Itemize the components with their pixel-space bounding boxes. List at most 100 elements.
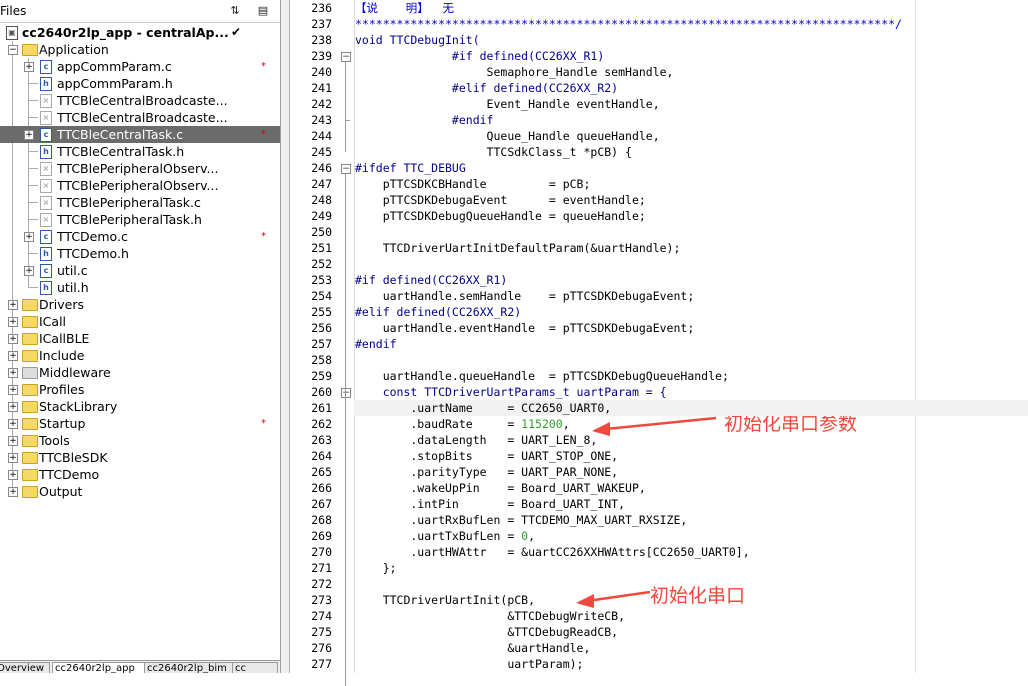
expand-icon[interactable]: + (8, 368, 18, 378)
excluded-file-icon: × (40, 179, 52, 193)
folder-tree-item[interactable]: + Include (0, 347, 280, 364)
file-tree-item[interactable]: + c appCommParam.c * (0, 58, 280, 75)
tree-item-label: TTCBlePeripheralObserv... (57, 178, 219, 193)
expand-icon[interactable]: + (8, 300, 18, 310)
project-name: cc2640r2lp_app - centralAp... (22, 25, 229, 40)
line-number: 248 (311, 193, 332, 207)
expand-icon[interactable]: + (24, 266, 34, 276)
file-tree-item[interactable]: h appCommParam.h (0, 75, 280, 92)
tree-connector (28, 185, 38, 186)
line-number: 238 (311, 33, 332, 47)
line-number: 253 (311, 273, 332, 287)
tab-2[interactable]: cc2640r2lp_bim (144, 662, 234, 673)
expand-icon[interactable]: + (8, 385, 18, 395)
folder-tree-item[interactable]: + ICall (0, 313, 280, 330)
collapse-icon[interactable]: − (8, 45, 18, 55)
line-number: 251 (311, 241, 332, 255)
file-tree-item[interactable]: + c TTCBleCentralTask.c * (0, 126, 280, 143)
code-editor[interactable]: 236 237 238 239 240 241 242 243 244 245 246 247 248 2… (290, 0, 1028, 686)
file-tree-item[interactable]: × TTCBleCentralBroadcaste... (0, 92, 280, 109)
sync-files-icon[interactable]: ▤ (256, 4, 270, 18)
line-number: 277 (311, 657, 332, 671)
line-number: 258 (311, 353, 332, 367)
folder-tree-item[interactable]: + Tools (0, 432, 280, 449)
expand-icon[interactable]: + (24, 232, 34, 242)
project-row[interactable]: ▣ cc2640r2lp_app - centralAp... ✔ (0, 24, 280, 41)
folder-tree-item[interactable]: + StackLibrary (0, 398, 280, 415)
expand-icon[interactable]: + (24, 62, 34, 72)
excluded-file-icon: × (40, 111, 52, 125)
file-tree-item[interactable]: + c util.c (0, 262, 280, 279)
file-tree-item[interactable]: × TTCBlePeripheralObserv... (0, 177, 280, 194)
code-line: TTCSdkClass_t *pCB) { (355, 145, 632, 159)
tree-item-label: Profiles (39, 382, 85, 397)
expand-icon[interactable]: + (8, 351, 18, 361)
line-number: 273 (311, 593, 332, 607)
expand-icon[interactable]: + (8, 419, 18, 429)
folder-tree-item[interactable]: + TTCBleSDK (0, 449, 280, 466)
tree-item-label: TTCBlePeripheralObserv... (57, 161, 219, 176)
file-tree-item[interactable]: × TTCBlePeripheralObserv... (0, 160, 280, 177)
collapse-options-icon[interactable]: ⇅ (228, 4, 242, 18)
code-line: .parityType = UART_PAR_NONE, (355, 465, 619, 479)
folder-tree-item[interactable]: + Drivers (0, 296, 280, 313)
tab-3[interactable]: cc (232, 662, 278, 673)
file-tree-item[interactable]: × TTCBleCentralBroadcaste... (0, 109, 280, 126)
folder-tree-item[interactable]: + Startup * (0, 415, 280, 432)
tab-0[interactable]: Overview (0, 662, 50, 673)
folder-tree-item[interactable]: + ICallBLE (0, 330, 280, 347)
panel-splitter[interactable] (281, 0, 290, 673)
code-line: #if defined(CC26XX_R1) (355, 273, 508, 287)
code-line: #ifdef TTC_DEBUG (355, 161, 466, 175)
folder-icon (22, 401, 38, 413)
fold-toggle-icon[interactable]: − (341, 388, 351, 398)
code-line: Semaphore_Handle semHandle, (355, 65, 674, 79)
folder-tree-item[interactable]: + Profiles (0, 381, 280, 398)
line-number: 266 (311, 481, 332, 495)
expand-icon[interactable]: + (8, 317, 18, 327)
column-divider (225, 152, 226, 169)
code-line: .uartHWAttr = &uartCC26XXHWAttrs[CC2650_… (355, 545, 750, 559)
arrow-icon (576, 590, 651, 608)
file-tree-item[interactable]: × TTCBlePeripheralTask.h (0, 211, 280, 228)
fold-guide-end (345, 120, 350, 121)
folder-tree-item[interactable]: + Output (0, 483, 280, 500)
line-number: 246 (311, 161, 332, 175)
code-line: .wakeUpPin = Board_UART_WAKEUP, (355, 481, 646, 495)
file-tree-item[interactable]: × TTCBlePeripheralTask.c (0, 194, 280, 211)
line-number: 274 (311, 609, 332, 623)
code-line: pTTCSDKDebugaEvent = eventHandle; (355, 193, 646, 207)
code-line: uartParam); (355, 657, 584, 671)
code-line: .dataLength = UART_LEN_8, (355, 433, 598, 447)
file-tree-item[interactable]: h TTCDemo.h (0, 245, 280, 262)
code-line: .uartName = CC2650_UART0, (355, 401, 612, 415)
expand-icon[interactable]: + (8, 487, 18, 497)
tree-connector (28, 202, 38, 203)
code-line: &uartHandle, (355, 641, 591, 655)
line-number: 254 (311, 289, 332, 303)
folder-tree-item[interactable]: + Middleware (0, 364, 280, 381)
fold-toggle-icon[interactable]: − (341, 52, 351, 62)
line-number: 242 (311, 97, 332, 111)
line-number: 244 (311, 129, 332, 143)
folder-icon (22, 44, 38, 56)
folder-icon (22, 299, 38, 311)
file-tree-item[interactable]: h TTCBleCentralTask.h (0, 143, 280, 160)
folder-tree-item[interactable]: + TTCDemo (0, 466, 280, 483)
expand-icon[interactable]: + (8, 436, 18, 446)
tab-1[interactable]: cc2640r2lp_app (52, 662, 146, 673)
line-number: 264 (311, 449, 332, 463)
file-tree-item[interactable]: + c TTCDemo.c * (0, 228, 280, 245)
expand-icon[interactable]: + (8, 402, 18, 412)
expand-icon[interactable]: + (8, 470, 18, 480)
fold-toggle-icon[interactable]: − (341, 164, 351, 174)
folder-tree-item[interactable]: − Application (0, 41, 280, 58)
expand-icon[interactable]: + (24, 130, 34, 140)
line-number: 247 (311, 177, 332, 191)
expand-icon[interactable]: + (8, 334, 18, 344)
modified-marker: * (261, 418, 266, 429)
expand-icon[interactable]: + (8, 453, 18, 463)
line-number: 268 (311, 513, 332, 527)
file-tree-item[interactable]: h util.h (0, 279, 280, 296)
file-explorer-header: Files ⇅ ▤ (0, 0, 280, 23)
